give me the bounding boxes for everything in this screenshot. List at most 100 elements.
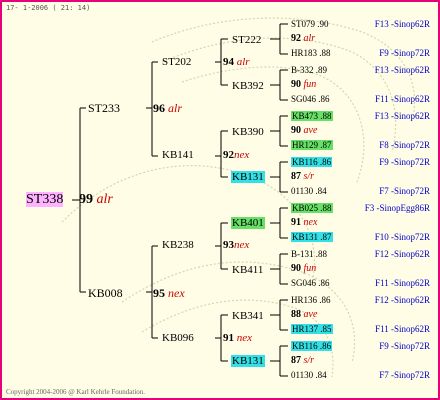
gen4-prize-bottom: F7 -Sinop72R (379, 370, 430, 380)
root-name: ST338 (26, 192, 64, 207)
sire-num: 96 (153, 101, 165, 115)
gen4-bottom[interactable]: SG046 .86 (291, 279, 330, 288)
gen4-num: 88 (291, 309, 301, 320)
gen4-bottom[interactable]: HR129 .87 (291, 140, 333, 150)
gen4-bottom-highlight: HR129 .87 (291, 140, 333, 150)
dam-score: nex (168, 286, 185, 300)
gen3-name-highlight: KB401 (231, 217, 265, 229)
gen3-name[interactable]: KB392 (232, 81, 264, 92)
gen4-prize-bottom: F9 -Sinop72R (379, 48, 430, 58)
gen2-score: nex (234, 239, 250, 251)
gen4-score: ave (303, 125, 318, 136)
dam-name[interactable]: KB008 (88, 287, 123, 299)
gen4-prize-bottom: F7 -Sinop72R (379, 186, 430, 196)
gen4-top[interactable]: B-131 .88 (291, 250, 327, 259)
gen4-prize-bottom: F11 -Sinop62R (375, 324, 430, 334)
gen4-bottom[interactable]: SG046 .86 (291, 95, 330, 104)
root-pigeon[interactable]: ST338 (26, 192, 64, 207)
copyright-footer: Copyright 2004-2006 @ Karl Kehrle Founda… (6, 388, 146, 396)
pedigree-frame: 17- 1-2006 ( 21: 14) ST338 99 alr ST233 … (0, 0, 440, 400)
gen4-prize-bottom: F11 -Sinop62R (375, 94, 430, 104)
gen2-num: 94 (223, 56, 234, 68)
gen2-score-group: 91 nex (223, 333, 252, 344)
gen4-num: 91 (291, 217, 301, 228)
gen4-bottom[interactable]: HR137 .85 (291, 324, 333, 334)
gen4-num: 92 (291, 33, 301, 44)
gen4-score-group: 92 alr (291, 34, 315, 44)
gen3-name[interactable]: KB131 (231, 171, 265, 183)
gen4-top-highlight: KB116 .86 (291, 157, 333, 167)
gen4-score: ave (303, 309, 318, 320)
gen4-score: fun (303, 79, 317, 90)
gen2-num: 93 (223, 239, 234, 251)
gen4-prize-top: F9 -Sinop72R (379, 341, 430, 351)
gen4-prize-bottom: F11 -Sinop62R (375, 278, 430, 288)
gen4-bottom[interactable]: KB131 .87 (291, 232, 333, 242)
gen4-top[interactable]: KB116 .86 (291, 341, 333, 351)
sire-score-group: 96 alr (153, 102, 182, 114)
gen4-score-group: 87 s/r (291, 172, 314, 182)
gen4-prize-top: F13 -Sinop62R (374, 19, 430, 29)
gen4-top[interactable]: KB025 .88 (291, 203, 333, 213)
gen4-top[interactable]: KB116 .86 (291, 157, 333, 167)
gen4-score-group: 88 ave (291, 310, 317, 320)
gen4-top[interactable]: B-332 .89 (291, 66, 327, 75)
gen4-prize-top: F12 -Sinop62R (374, 295, 430, 305)
gen4-top-highlight: KB116 .86 (291, 341, 333, 351)
gen4-score-group: 90 fun (291, 264, 316, 274)
gen4-score: fun (303, 263, 317, 274)
gen4-bottom-highlight: HR137 .85 (291, 324, 333, 334)
root-score: alr (96, 192, 113, 207)
gen3-name-highlight: KB131 (231, 171, 265, 183)
dam-score-group: 95 nex (153, 287, 185, 299)
gen3-name-highlight: KB131 (231, 355, 265, 367)
gen3-name[interactable]: KB411 (232, 265, 263, 276)
gen3-name[interactable]: ST222 (232, 35, 261, 46)
gen4-bottom[interactable]: 01130 .84 (291, 187, 327, 196)
gen4-score-group: 90 fun (291, 80, 316, 90)
gen3-name[interactable]: KB131 (231, 355, 265, 367)
gen4-prize-top: F3 -SinopEgg86R (364, 203, 430, 213)
gen4-score-group: 87 s/r (291, 356, 314, 366)
gen3-name[interactable]: KB390 (232, 127, 264, 138)
gen2-score-group: 92nex (223, 150, 249, 161)
gen2-score-group: 93nex (223, 240, 249, 251)
gen4-top[interactable]: ST079 .90 (291, 20, 329, 29)
gen2-name[interactable]: ST202 (162, 57, 191, 68)
gen4-prize-bottom: F10 -Sinop72R (374, 232, 430, 242)
gen2-name[interactable]: KB096 (162, 333, 194, 344)
gen4-top[interactable]: HR136 .86 (291, 296, 331, 305)
gen4-score: nex (303, 217, 318, 228)
sire-name[interactable]: ST233 (88, 102, 120, 114)
gen2-name[interactable]: KB141 (162, 150, 194, 161)
gen4-score-group: 91 nex (291, 218, 317, 228)
gen4-top[interactable]: KB473 .88 (291, 111, 333, 121)
gen2-num: 91 (223, 332, 234, 344)
dam-num: 95 (153, 286, 165, 300)
gen4-top-highlight: KB473 .88 (291, 111, 333, 121)
gen4-score-group: 90 ave (291, 126, 317, 136)
gen4-prize-top: F13 -Sinop62R (374, 65, 430, 75)
gen2-num: 92 (223, 149, 234, 161)
gen3-name[interactable]: KB341 (232, 311, 264, 322)
root-num: 99 (79, 192, 93, 207)
gen4-num: 90 (291, 79, 301, 90)
gen4-num: 90 (291, 263, 301, 274)
gen2-name[interactable]: KB238 (162, 240, 194, 251)
gen2-score: alr (236, 56, 250, 68)
gen4-bottom[interactable]: 01130 .84 (291, 371, 327, 380)
gen4-bottom[interactable]: HR183 .88 (291, 49, 331, 58)
gen2-score: nex (234, 149, 250, 161)
gen4-score: s/r (303, 355, 315, 366)
gen4-prize-top: F12 -Sinop62R (374, 249, 430, 259)
tree-connectors (72, 23, 288, 377)
gen3-name[interactable]: KB401 (231, 217, 265, 229)
gen4-prize-top: F13 -Sinop62R (374, 111, 430, 121)
gen4-prize-top: F9 -Sinop72R (379, 157, 430, 167)
date-header: 17- 1-2006 ( 21: 14) (6, 4, 91, 12)
gen4-num: 90 (291, 125, 301, 136)
gen4-num: 87 (291, 355, 301, 366)
root-score-group: 99 alr (79, 193, 113, 207)
gen4-prize-bottom: F8 -Sinop72R (379, 140, 430, 150)
gen2-score: nex (236, 332, 253, 344)
